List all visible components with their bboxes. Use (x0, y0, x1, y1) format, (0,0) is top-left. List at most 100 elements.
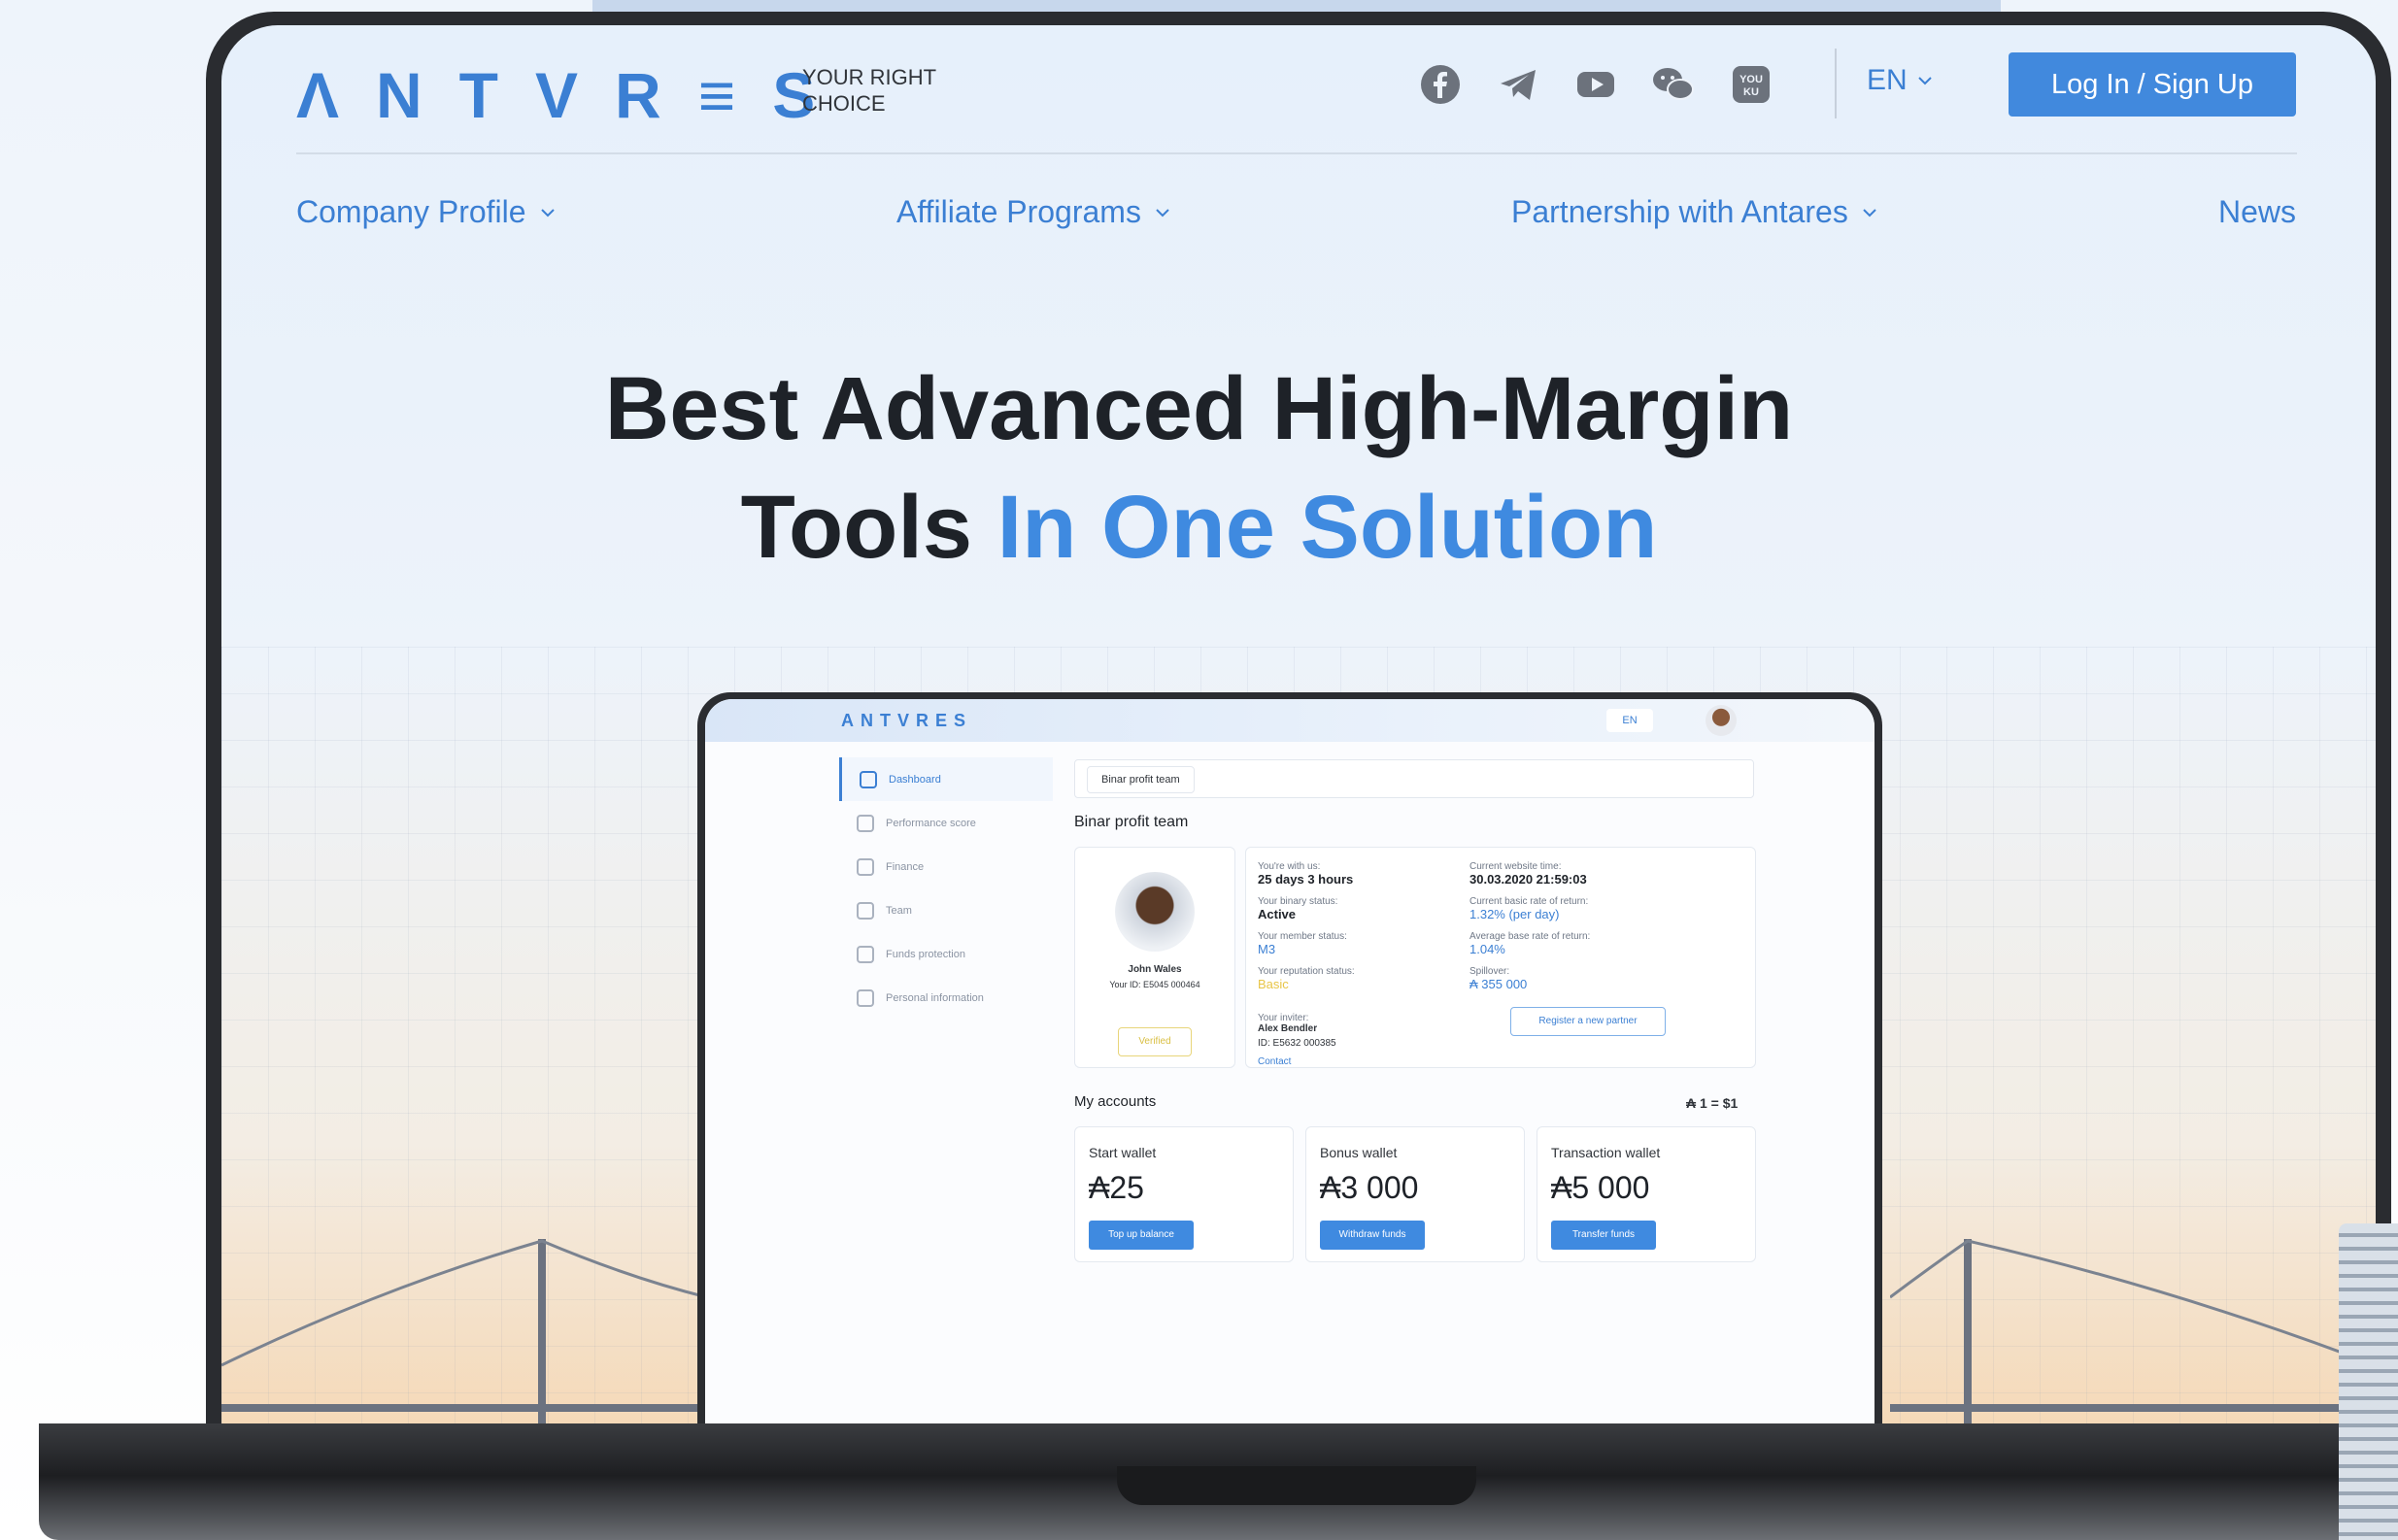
dashboard-language: EN (1606, 709, 1653, 732)
wechat-icon[interactable] (1651, 62, 1696, 107)
hero-plain-text: Tools (740, 478, 973, 577)
nav-affiliate-programs[interactable]: Affiliate Programs (896, 194, 1170, 230)
social-links: YOU KU (1418, 62, 1773, 107)
wallet-icon (857, 857, 874, 876)
wallet-value: ₳25 (1089, 1170, 1144, 1205)
wallet-title: Bonus wallet (1320, 1145, 1398, 1160)
status-badge: Verified (1118, 1027, 1192, 1056)
hero-heading: Best Advanced High-Margin Tools In One S… (0, 350, 2398, 586)
bridge-illustration-right (1890, 1239, 2376, 1423)
section-title: Binar profit team (1074, 814, 1189, 830)
wallet-card-transaction: Transaction wallet ₳5 000 Transfer funds (1537, 1126, 1756, 1262)
chevron-down-icon (1156, 208, 1169, 217)
profile-id: Your ID: E5045 000464 (1109, 980, 1200, 989)
eye-icon (857, 814, 874, 832)
login-signup-button[interactable]: Log In / Sign Up (2009, 52, 2296, 117)
svg-text:YOU: YOU (1739, 74, 1763, 85)
stat-label: Current website time: (1469, 861, 1562, 872)
sidebar-item-label: Team (886, 904, 912, 917)
nav-label: Company Profile (296, 194, 526, 229)
shield-icon (857, 945, 874, 963)
stat-value: Basic (1258, 977, 1289, 991)
profile-card: John Wales Your ID: E5045 000464 Verifie… (1074, 847, 1235, 1068)
nav-partnership[interactable]: Partnership with Antares (1511, 194, 1877, 230)
register-partner-button: Register a new partner (1510, 1007, 1666, 1036)
nav-news[interactable]: News (2218, 194, 2296, 230)
sidebar-item-funds-protection: Funds protection (839, 932, 1053, 976)
stat-label: Spillover: (1469, 966, 1510, 977)
youtube-icon[interactable] (1573, 62, 1618, 107)
chevron-down-icon (1863, 208, 1876, 217)
language-label: EN (1867, 64, 1908, 96)
sidebar-item-label: Dashboard (889, 773, 941, 786)
sidebar-item-team: Team (839, 888, 1053, 932)
nav-company-profile[interactable]: Company Profile (296, 194, 556, 230)
inviter-label: Your inviter: (1258, 1013, 1309, 1023)
stat-label: Your member status: (1258, 931, 1347, 942)
hero-line-1: Best Advanced High-Margin (604, 359, 1794, 458)
nav-label: News (2218, 194, 2297, 229)
wallet-value: ₳5 000 (1551, 1170, 1650, 1205)
dashboard-mockup: ANTVRES EN Dashboard Performance score F… (705, 699, 1874, 1423)
facebook-icon[interactable] (1418, 62, 1463, 107)
dashboard-tab-bar: Binar profit team (1074, 759, 1754, 798)
nav-label: Partnership with Antares (1511, 194, 1848, 229)
wallet-value: ₳3 000 (1320, 1170, 1419, 1205)
stat-value: 1.04% (1469, 942, 1505, 956)
youku-icon[interactable]: YOU KU (1729, 62, 1773, 107)
dashboard-topbar: ANTVRES EN (705, 699, 1874, 742)
sidebar-item-personal-info: Personal information (839, 976, 1053, 1020)
dashboard-sidebar: Dashboard Performance score Finance Team… (839, 757, 1053, 1423)
transfer-button: Transfer funds (1551, 1221, 1656, 1250)
phone-device-edge (2339, 1223, 2398, 1540)
svg-text:KU: KU (1743, 86, 1759, 98)
bridge-illustration-left (221, 1239, 707, 1423)
chevron-down-icon (1917, 77, 1932, 85)
language-selector[interactable]: EN (1867, 64, 1933, 97)
sidebar-item-label: Performance score (886, 817, 976, 829)
header-separator (296, 152, 2297, 154)
wallet-card-bonus: Bonus wallet ₳3 000 Withdraw funds (1305, 1126, 1525, 1262)
exchange-rate: ₳ 1 = $1 (1686, 1095, 1739, 1111)
sidebar-item-label: Finance (886, 860, 925, 873)
hero-accent-text: In One Solution (996, 478, 1658, 577)
stat-value: M3 (1258, 942, 1276, 956)
sidebar-item-label: Funds protection (886, 948, 965, 960)
inviter-name: Alex Bendler (1258, 1023, 1318, 1034)
stat-value: ₳ 355 000 (1469, 977, 1528, 991)
sidebar-item-label: Personal information (886, 991, 984, 1004)
stat-value: Active (1258, 907, 1297, 921)
header-divider (1835, 49, 1837, 118)
stat-value: 30.03.2020 21:59:03 (1469, 872, 1587, 887)
telegram-icon[interactable] (1496, 62, 1540, 107)
stat-value: 25 days 3 hours (1258, 872, 1354, 887)
sidebar-item-dashboard: Dashboard (839, 757, 1053, 801)
tab-binar-profit-team: Binar profit team (1087, 766, 1195, 793)
sidebar-item-performance: Performance score (839, 801, 1053, 845)
profile-photo (1115, 872, 1195, 952)
settings-icon (857, 988, 874, 1007)
hero-line-2: Tools In One Solution (0, 468, 2398, 586)
stat-label: You're with us: (1258, 861, 1321, 872)
stat-value: 1.32% (per day) (1469, 907, 1560, 921)
brand-logo[interactable]: ΛNTVR≡S (296, 58, 852, 132)
laptop-notch (1117, 1466, 1476, 1505)
wallet-title: Transaction wallet (1551, 1145, 1661, 1160)
stats-card: You're with us: 25 days 3 hours Your bina… (1245, 847, 1756, 1068)
stat-label: Your binary status: (1258, 896, 1338, 907)
withdraw-button: Withdraw funds (1320, 1221, 1425, 1250)
profile-name: John Wales (1128, 964, 1182, 975)
wallet-card-start: Start wallet ₳25 Top up balance (1074, 1126, 1294, 1262)
accounts-title: My accounts (1074, 1093, 1157, 1110)
nav-label: Affiliate Programs (896, 194, 1141, 229)
stats-left: You're with us: 25 days 3 hours Your bina… (1258, 861, 1491, 1067)
home-icon (860, 770, 877, 788)
user-icon (857, 901, 874, 920)
sidebar-item-finance: Finance (839, 845, 1053, 888)
dashboard-logo: ANTVRES (841, 711, 973, 730)
inviter-id: ID: E5632 000385 (1258, 1038, 1336, 1049)
contact-link: Contact (1258, 1056, 1292, 1067)
top-up-button: Top up balance (1089, 1221, 1194, 1250)
stats-right: Current website time: 30.03.2020 21:59:03… (1469, 861, 1722, 1001)
chevron-down-icon (540, 208, 555, 217)
